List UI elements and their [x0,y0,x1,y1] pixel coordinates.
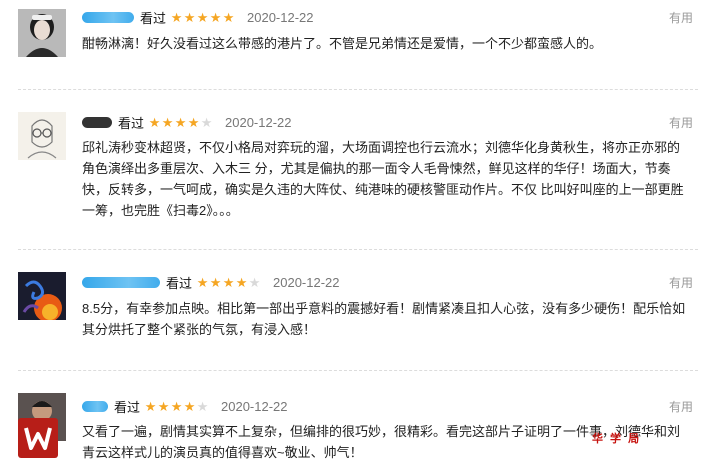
review-meta: 看过 ★ ★ ★ ★ ★ 2020-12-22 [82,113,292,131]
divider [18,370,698,371]
star-empty-icon: ★ [200,114,213,130]
watched-label: 看过 [140,10,167,26]
useful-button[interactable]: 有用 [669,274,693,291]
useful-button[interactable]: 有用 [669,9,693,26]
star-filled-icon: ★ [222,274,235,290]
review-text: 酣畅淋漓！好久没看过这么带感的港片了。不管是兄弟情还是爱情，一个不少都蛮感人的。 [82,36,603,51]
review-date: 2020-12-22 [273,274,340,290]
review-date: 2020-12-22 [225,114,292,130]
watermark-text: 华 学 局 [592,433,642,445]
star-filled-icon: ★ [183,9,196,25]
star-filled-icon: ★ [174,114,187,130]
username[interactable] [82,11,134,23]
star-filled-icon: ★ [144,398,157,414]
rating-stars: ★ ★ ★ ★ ★ [170,11,235,24]
watched-label: 看过 [114,399,141,415]
star-filled-icon: ★ [161,114,174,130]
rating-stars: ★ ★ ★ ★ ★ [144,400,209,413]
star-filled-icon: ★ [209,9,222,25]
review-meta: 看过 ★ ★ ★ ★ ★ 2020-12-22 [82,8,314,26]
avatar[interactable] [18,272,66,320]
star-filled-icon: ★ [196,274,209,290]
star-filled-icon: ★ [196,9,209,25]
star-filled-icon: ★ [187,114,200,130]
divider [18,249,698,250]
star-filled-icon: ★ [183,398,196,414]
review-meta: 看过 ★ ★ ★ ★ ★ 2020-12-22 [82,397,288,415]
useful-button[interactable]: 有用 [669,398,693,415]
star-empty-icon: ★ [196,398,209,414]
avatar[interactable] [18,112,66,160]
star-filled-icon: ★ [235,274,248,290]
star-filled-icon: ★ [157,398,170,414]
star-empty-icon: ★ [248,274,261,290]
review-date: 2020-12-22 [221,398,288,414]
review-date: 2020-12-22 [247,9,314,25]
review-text: 邱礼涛秒变林超贤，不仅小格局对弈玩的溜，大场面调控也行云流水；刘德华化身黄秋生，… [82,140,684,218]
star-filled-icon: ★ [222,9,235,25]
divider [18,89,698,90]
username[interactable] [82,276,160,288]
watermark-logo [18,418,58,458]
watched-label: 看过 [166,275,193,291]
useful-button[interactable]: 有用 [669,114,693,131]
watched-label: 看过 [118,115,145,131]
avatar[interactable] [18,9,66,57]
star-filled-icon: ★ [170,9,183,25]
rating-stars: ★ ★ ★ ★ ★ [196,276,261,289]
review-text: 8.5分，有幸参加点映。相比第一部出乎意料的震撼好看！剧情紧凑且扣人心弦，没有多… [82,301,686,337]
username[interactable] [82,116,112,128]
review-meta: 看过 ★ ★ ★ ★ ★ 2020-12-22 [82,273,340,291]
username[interactable] [82,400,108,412]
rating-stars: ★ ★ ★ ★ ★ [148,116,213,129]
star-filled-icon: ★ [209,274,222,290]
star-filled-icon: ★ [170,398,183,414]
star-filled-icon: ★ [148,114,161,130]
